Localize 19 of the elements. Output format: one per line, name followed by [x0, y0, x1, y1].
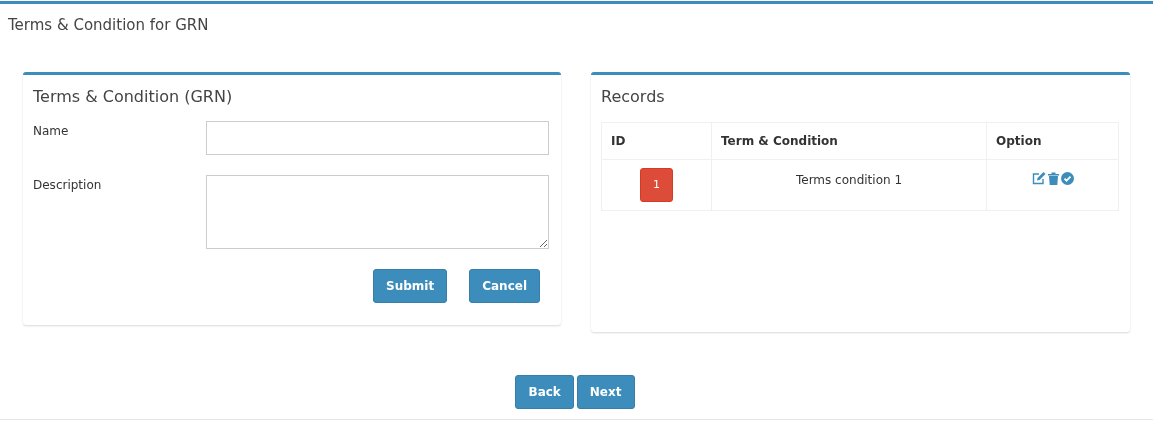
column-header: ID	[601, 122, 712, 160]
page-title: Terms & Condition for GRN	[8, 16, 209, 34]
cancel-button[interactable]: Cancel	[469, 269, 540, 303]
field-label: Name	[33, 123, 70, 140]
column-header: Option	[986, 122, 1119, 160]
panel-title: Records	[601, 86, 666, 108]
back-button[interactable]: Back	[515, 375, 574, 409]
column-header: Term & Condition	[711, 122, 987, 160]
table-cell: Terms condition 1	[795, 173, 903, 187]
submit-button[interactable]: Submit	[373, 269, 448, 303]
panel-title: Terms & Condition (GRN)	[33, 86, 234, 108]
name-field[interactable]	[206, 121, 549, 155]
description-field[interactable]	[206, 175, 549, 249]
id-badge[interactable]: 1	[640, 168, 673, 202]
edit-icon[interactable]	[1032, 172, 1046, 185]
check-circle-icon[interactable]	[1061, 172, 1074, 185]
next-button[interactable]: Next	[576, 375, 635, 409]
trash-icon[interactable]	[1048, 172, 1059, 185]
field-label: Description	[33, 177, 103, 194]
